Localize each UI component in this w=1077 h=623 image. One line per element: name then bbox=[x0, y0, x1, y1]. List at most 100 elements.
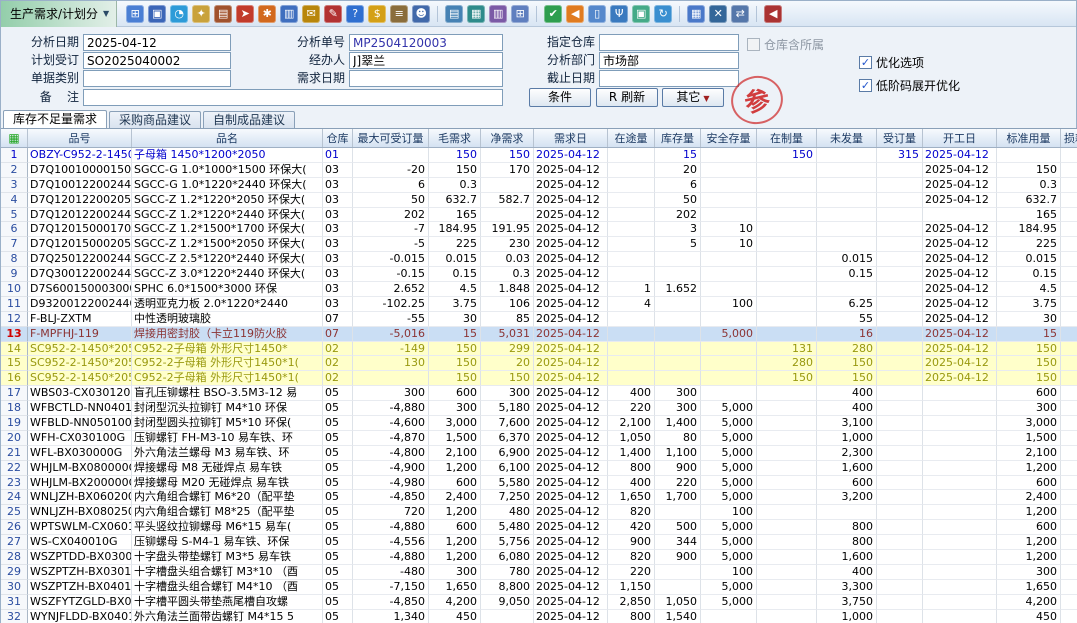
cell-on_hand[interactable]: 6 bbox=[655, 178, 701, 193]
cell-in_transit[interactable] bbox=[608, 327, 655, 342]
cell-net_demand[interactable]: 106 bbox=[481, 297, 534, 312]
cell-loss[interactable] bbox=[1061, 535, 1077, 550]
table-row[interactable]: 6D7Q1201500017000GSGCC-Z 1.2*1500*1700 环… bbox=[1, 222, 1077, 237]
cell-warehouse[interactable]: 02 bbox=[323, 371, 353, 386]
cell-ordered[interactable] bbox=[877, 282, 923, 297]
cell-in_production[interactable] bbox=[757, 565, 817, 580]
cell-loss[interactable] bbox=[1061, 297, 1077, 312]
cell-start_date[interactable]: 2025-04-12 bbox=[923, 148, 997, 163]
table-row[interactable]: 11D932001220024400G透明亚克力板 2.0*1220*24400… bbox=[1, 297, 1077, 312]
cell-item_name[interactable]: 焊接螺母 M8 无碰焊点 易车铁 bbox=[132, 461, 323, 476]
row-number[interactable]: 1 bbox=[1, 148, 28, 163]
cell-start_date[interactable]: 2025-04-12 bbox=[923, 282, 997, 297]
table-row[interactable]: 30WSZPTZH-BX040100G十字槽盘头组合螺钉 M4*10 （酉05-… bbox=[1, 580, 1077, 595]
cell-in_production[interactable] bbox=[757, 401, 817, 416]
cell-warehouse[interactable]: 05 bbox=[323, 565, 353, 580]
cell-demand_date[interactable]: 2025-04-12 bbox=[534, 237, 608, 252]
cell-unshipped[interactable]: 0.15 bbox=[817, 267, 877, 282]
cell-item_name[interactable]: 封闭型沉头拉铆钉 M4*10 环保 bbox=[132, 401, 323, 416]
cell-unshipped[interactable]: 3,200 bbox=[817, 490, 877, 505]
cell-in_transit[interactable]: 900 bbox=[608, 535, 655, 550]
table-row[interactable]: 10D7S6001500030000GSPHC 6.0*1500*3000 环保… bbox=[1, 282, 1077, 297]
cell-safety_stock[interactable] bbox=[701, 356, 757, 371]
cell-warehouse[interactable]: 07 bbox=[323, 327, 353, 342]
cell-max_orderable[interactable]: 720 bbox=[353, 505, 429, 520]
row-number[interactable]: 13 bbox=[1, 327, 28, 342]
row-number[interactable]: 27 bbox=[1, 535, 28, 550]
cell-start_date[interactable]: 2025-04-12 bbox=[923, 252, 997, 267]
cell-net_demand[interactable]: 150 bbox=[481, 371, 534, 386]
cell-gross_demand[interactable]: 600 bbox=[429, 520, 481, 535]
cell-in_production[interactable] bbox=[757, 222, 817, 237]
table-row[interactable]: 24WNLJZH-BX060200G内六角组合螺钉 M6*20（配平垫05-4,… bbox=[1, 490, 1077, 505]
cell-safety_stock[interactable]: 5,000 bbox=[701, 595, 757, 610]
column-header-safety_stock[interactable]: 安全存量 bbox=[701, 129, 757, 147]
cell-item_no[interactable]: WFBCTLD-NN040100G bbox=[28, 401, 132, 416]
cell-loss[interactable] bbox=[1061, 446, 1077, 461]
cell-ordered[interactable] bbox=[877, 535, 923, 550]
cell-unshipped[interactable]: 400 bbox=[817, 565, 877, 580]
cell-loss[interactable] bbox=[1061, 282, 1077, 297]
cell-std_usage[interactable]: 1,200 bbox=[997, 550, 1061, 565]
row-number[interactable]: 24 bbox=[1, 490, 28, 505]
cell-in_transit[interactable]: 1,050 bbox=[608, 431, 655, 446]
cell-warehouse[interactable]: 05 bbox=[323, 505, 353, 520]
cell-in_production[interactable] bbox=[757, 178, 817, 193]
cell-in_production[interactable] bbox=[757, 267, 817, 282]
cell-safety_stock[interactable] bbox=[701, 178, 757, 193]
cell-on_hand[interactable]: 1,100 bbox=[655, 446, 701, 461]
cell-safety_stock[interactable] bbox=[701, 267, 757, 282]
notebook-icon[interactable]: ▥ bbox=[489, 5, 507, 23]
row-number[interactable]: 31 bbox=[1, 595, 28, 610]
cell-std_usage[interactable]: 2,400 bbox=[997, 490, 1061, 505]
cell-gross_demand[interactable]: 165 bbox=[429, 208, 481, 223]
cell-std_usage[interactable]: 150 bbox=[997, 371, 1061, 386]
cell-gross_demand[interactable]: 1,200 bbox=[429, 461, 481, 476]
column-header-item_no[interactable]: 品号 bbox=[28, 129, 132, 147]
send-icon[interactable]: ➤ bbox=[236, 5, 254, 23]
cell-loss[interactable] bbox=[1061, 490, 1077, 505]
cell-demand_date[interactable]: 2025-04-12 bbox=[534, 505, 608, 520]
cell-gross_demand[interactable]: 1,200 bbox=[429, 550, 481, 565]
analysis-dept-input[interactable] bbox=[599, 52, 739, 69]
cell-unshipped[interactable] bbox=[817, 505, 877, 520]
cell-gross_demand[interactable]: 3.75 bbox=[429, 297, 481, 312]
cell-item_name[interactable]: 焊接螺母 M20 无碰焊点 易车铁 bbox=[132, 476, 323, 491]
row-number[interactable]: 11 bbox=[1, 297, 28, 312]
cell-item_name[interactable]: 外六角法兰螺母 M3 易车铁、环 bbox=[132, 446, 323, 461]
cell-on_hand[interactable]: 300 bbox=[655, 386, 701, 401]
cell-item_no[interactable]: D7Q1201220024400G bbox=[28, 208, 132, 223]
cell-gross_demand[interactable]: 4.5 bbox=[429, 282, 481, 297]
cell-ordered[interactable] bbox=[877, 446, 923, 461]
cell-ordered[interactable] bbox=[877, 431, 923, 446]
cell-on_hand[interactable]: 1,050 bbox=[655, 595, 701, 610]
cell-unshipped[interactable]: 800 bbox=[817, 535, 877, 550]
cell-demand_date[interactable]: 2025-04-12 bbox=[534, 342, 608, 357]
row-number[interactable]: 15 bbox=[1, 356, 28, 371]
cell-on_hand[interactable] bbox=[655, 371, 701, 386]
cell-item_no[interactable]: WNLJZH-BX080250G bbox=[28, 505, 132, 520]
cell-unshipped[interactable] bbox=[817, 178, 877, 193]
cell-warehouse[interactable]: 02 bbox=[323, 342, 353, 357]
cell-in_transit[interactable]: 1,650 bbox=[608, 490, 655, 505]
row-number[interactable]: 8 bbox=[1, 252, 28, 267]
column-header-unshipped[interactable]: 未发量 bbox=[817, 129, 877, 147]
cell-demand_date[interactable]: 2025-04-12 bbox=[534, 356, 608, 371]
cell-net_demand[interactable]: 6,080 bbox=[481, 550, 534, 565]
cell-in_transit[interactable] bbox=[608, 356, 655, 371]
cell-gross_demand[interactable]: 15 bbox=[429, 327, 481, 342]
cell-item_name[interactable]: C952-2子母箱 外形尺寸1450* bbox=[132, 342, 323, 357]
cell-loss[interactable] bbox=[1061, 356, 1077, 371]
cell-unshipped[interactable] bbox=[817, 282, 877, 297]
org-tree-icon[interactable]: Ψ bbox=[610, 5, 628, 23]
cell-item_no[interactable]: D7Q1201500017000G bbox=[28, 222, 132, 237]
cell-item_name[interactable]: SGCC-Z 1.2*1500*1700 环保大( bbox=[132, 222, 323, 237]
cell-warehouse[interactable]: 03 bbox=[323, 163, 353, 178]
table-row[interactable]: 17WBS03-CX030120G盲孔压铆螺柱 BSO-3.5M3-12 易05… bbox=[1, 386, 1077, 401]
cell-in_production[interactable] bbox=[757, 505, 817, 520]
cell-in_production[interactable] bbox=[757, 490, 817, 505]
cell-in_transit[interactable] bbox=[608, 267, 655, 282]
cell-unshipped[interactable]: 6.25 bbox=[817, 297, 877, 312]
cell-warehouse[interactable]: 05 bbox=[323, 580, 353, 595]
edit-icon[interactable]: ✎ bbox=[324, 5, 342, 23]
